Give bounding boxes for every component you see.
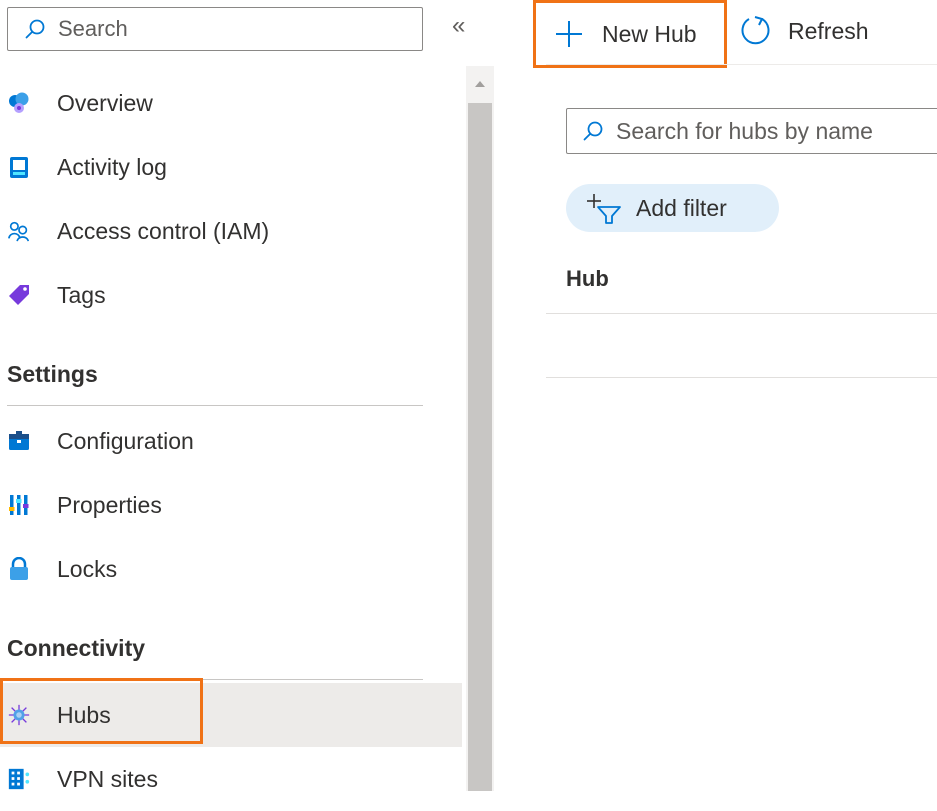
tag-icon	[7, 283, 31, 307]
activity-log-icon	[7, 155, 31, 179]
sidebar-item-label: Activity log	[57, 153, 167, 180]
overview-icon	[7, 91, 31, 115]
refresh-icon	[741, 16, 770, 45]
settings-section-heading: Settings	[7, 361, 98, 387]
sidebar-item-label: Tags	[57, 281, 106, 308]
hub-search-input[interactable]	[616, 117, 936, 145]
hubs-highlight-box	[0, 678, 203, 744]
sidebar-item-access-control[interactable]: Access control (IAM)	[0, 199, 462, 263]
sidebar-item-properties[interactable]: Properties	[0, 473, 462, 537]
search-icon	[583, 121, 603, 141]
collapse-sidebar-button[interactable]: «	[452, 14, 465, 38]
sidebar-item-label: Properties	[57, 491, 162, 518]
add-icon	[556, 21, 582, 47]
sidebar-search-box[interactable]	[7, 7, 423, 51]
table-header-divider	[546, 313, 937, 314]
lock-icon	[7, 557, 31, 581]
sidebar-item-vpn-sites[interactable]: VPN sites	[0, 747, 462, 811]
section-divider	[7, 405, 423, 406]
hub-search-box[interactable]	[566, 108, 937, 154]
table-row-divider	[546, 377, 937, 378]
add-filter-button[interactable]: Add filter	[566, 184, 779, 232]
access-control-icon	[7, 219, 31, 243]
add-filter-icon	[587, 194, 621, 224]
new-hub-label: New Hub	[602, 20, 697, 47]
refresh-label: Refresh	[788, 17, 869, 44]
sidebar-search-input[interactable]	[58, 16, 398, 42]
sidebar-item-configuration[interactable]: Configuration	[0, 409, 462, 473]
add-filter-label: Add filter	[636, 194, 727, 221]
sidebar-item-label: VPN sites	[57, 765, 158, 792]
sidebar-item-label: Access control (IAM)	[57, 217, 270, 244]
command-bar-divider	[546, 64, 937, 65]
sidebar-item-activity-log[interactable]: Activity log	[0, 135, 462, 199]
sidebar-item-locks[interactable]: Locks	[0, 537, 462, 601]
scroll-up-arrow[interactable]	[468, 72, 492, 96]
connectivity-section-heading: Connectivity	[7, 635, 146, 661]
search-icon	[25, 19, 45, 39]
scrollbar-thumb[interactable]	[468, 103, 492, 791]
sidebar-item-label: Overview	[57, 89, 153, 116]
new-hub-button[interactable]: New Hub	[533, 0, 727, 68]
sidebar-item-overview[interactable]: Overview	[0, 71, 462, 135]
sidebar-item-label: Locks	[57, 555, 118, 582]
sidebar-item-tags[interactable]: Tags	[0, 263, 462, 327]
hub-column-header[interactable]: Hub	[566, 266, 609, 292]
vpn-sites-icon	[7, 767, 31, 791]
configuration-icon	[7, 429, 31, 453]
sidebar-item-label: Configuration	[57, 427, 194, 454]
properties-icon	[7, 493, 31, 517]
refresh-button[interactable]: Refresh	[738, 6, 869, 56]
